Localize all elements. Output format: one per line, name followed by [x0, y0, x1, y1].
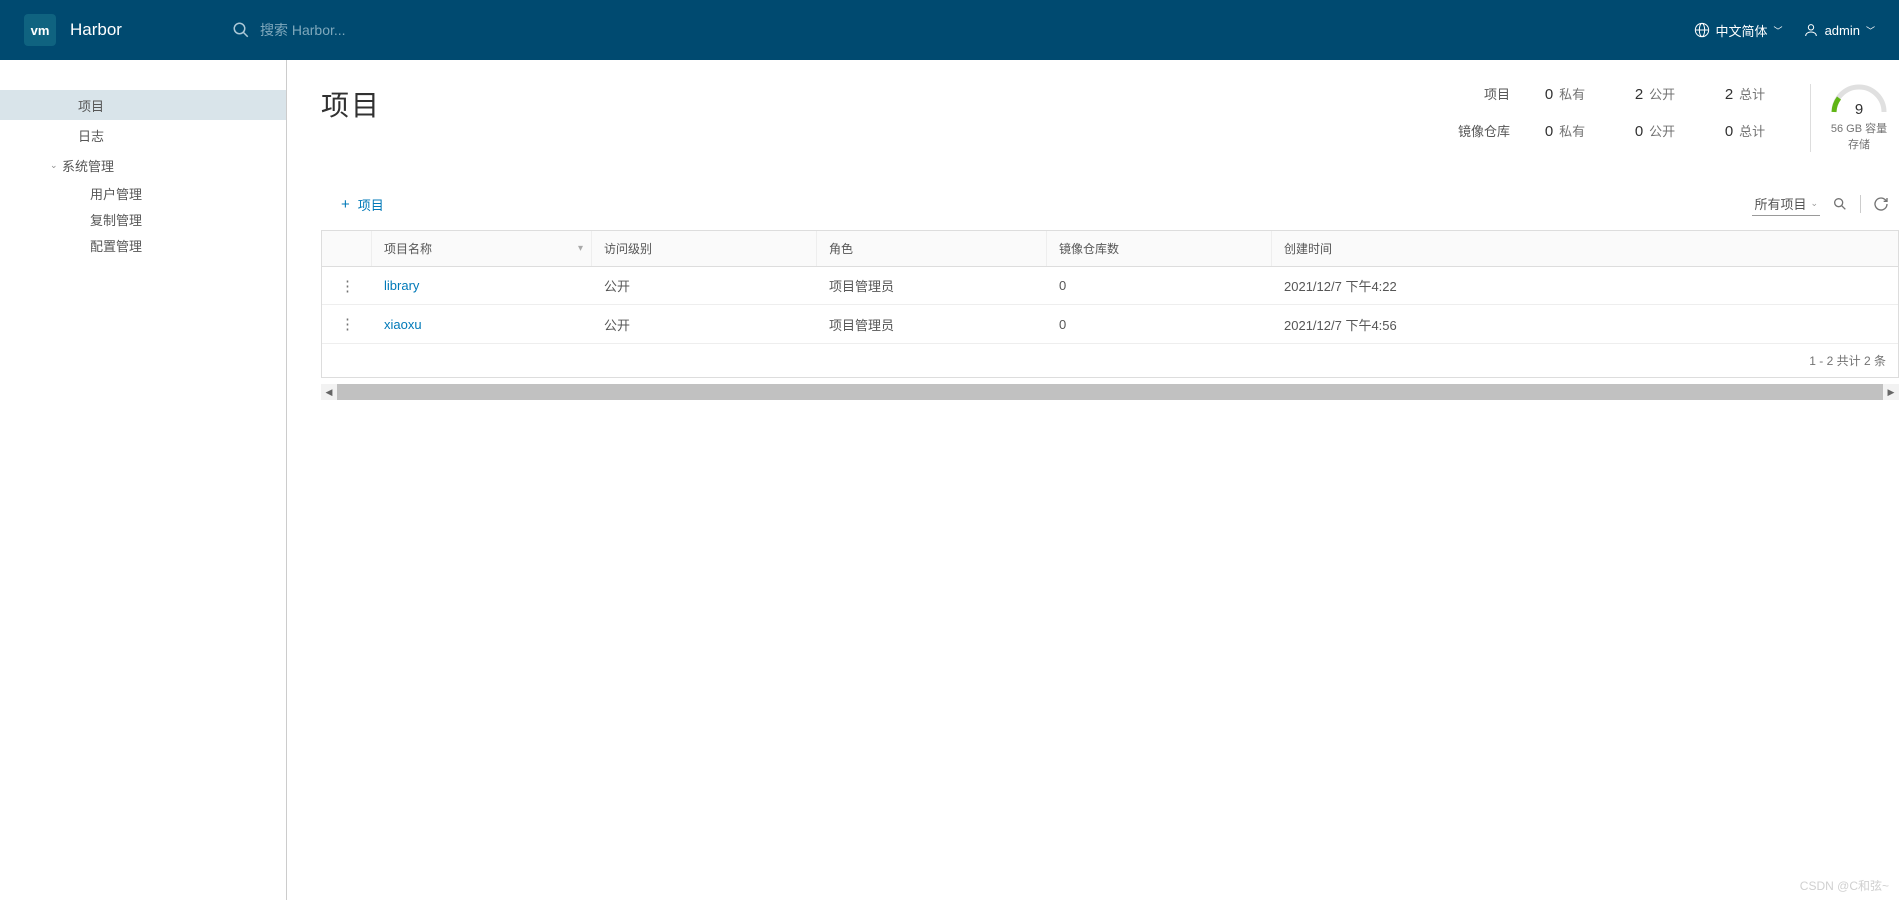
language-label: 中文简体 [1716, 21, 1768, 40]
search-toggle-icon[interactable] [1832, 196, 1848, 212]
cell-access: 公开 [592, 315, 817, 334]
search-wrap [232, 21, 1694, 39]
projects-table: 项目名称 ▾ 访问级别 角色 镜像仓库数 创建时间 ⋮library公开项目管理… [321, 230, 1899, 378]
stats-repo-private: 0私有 [1520, 121, 1610, 140]
th-time[interactable]: 创建时间 [1272, 231, 1898, 266]
app-header: vm Harbor 中文简体 ﹀ admin ﹀ [0, 0, 1899, 60]
main-content: 项目 项目 0私有 2公开 2总计 镜像仓库 0私有 0公开 0总计 9 [287, 60, 1899, 900]
th-label: 角色 [829, 240, 853, 257]
filter-icon[interactable]: ▾ [578, 243, 583, 254]
project-link[interactable]: library [384, 278, 419, 293]
filter-label: 所有项目 [1754, 194, 1806, 213]
sidebar-item-label: 项目 [78, 96, 104, 115]
sidebar-group-admin[interactable]: ⌄ 系统管理 [0, 150, 286, 180]
scroll-left-arrow[interactable]: ◀ [321, 387, 337, 398]
th-role[interactable]: 角色 [817, 231, 1047, 266]
language-selector[interactable]: 中文简体 ﹀ [1694, 21, 1783, 40]
row-menu-icon[interactable]: ⋮ [322, 315, 372, 333]
new-project-label: 项目 [358, 195, 384, 214]
sidebar-group-label: 系统管理 [62, 156, 114, 175]
stats-proj-public: 2公开 [1610, 84, 1700, 103]
sidebar-item-label: 用户管理 [90, 184, 142, 203]
gauge-value: 9 [1829, 101, 1889, 118]
stats-repo-public: 0公开 [1610, 121, 1700, 140]
sidebar-item-label: 日志 [78, 126, 104, 145]
vmware-logo: vm [24, 14, 56, 46]
header-right: 中文简体 ﹀ admin ﹀ [1694, 21, 1899, 40]
stats-row-projects-label: 项目 [1458, 84, 1520, 103]
brand-name: Harbor [70, 20, 122, 40]
toolbar: + 项目 所有项目 ⌄ [321, 192, 1899, 216]
cell-time: 2021/12/7 下午4:22 [1272, 276, 1898, 295]
sidebar-item-label: 配置管理 [90, 236, 142, 255]
user-icon [1803, 22, 1819, 38]
stats-proj-private: 0私有 [1520, 84, 1610, 103]
cell-time: 2021/12/7 下午4:56 [1272, 315, 1898, 334]
globe-icon [1694, 22, 1710, 38]
sidebar-item-projects[interactable]: 项目 [0, 90, 286, 120]
cell-access: 公开 [592, 276, 817, 295]
chevron-down-icon: ⌄ [50, 160, 58, 171]
th-access[interactable]: 访问级别 [592, 231, 817, 266]
th-label: 镜像仓库数 [1059, 240, 1119, 257]
page-title: 项目 [321, 84, 381, 124]
user-label: admin [1825, 23, 1860, 38]
table-row[interactable]: ⋮ library 公开项目管理员02021/12/7 下午4:22 [322, 267, 1898, 305]
sidebar-item-logs[interactable]: 日志 [0, 120, 286, 150]
sidebar-item-user-mgmt[interactable]: 用户管理 [0, 180, 286, 206]
stats-block: 项目 0私有 2公开 2总计 镜像仓库 0私有 0公开 0总计 9 56 GB … [1458, 84, 1889, 152]
th-label: 项目名称 [384, 240, 432, 257]
sidebar-item-label: 复制管理 [90, 210, 142, 229]
chevron-down-icon: ⌄ [1810, 198, 1818, 209]
cell-repo: 0 [1047, 278, 1272, 293]
stats-row-repos-label: 镜像仓库 [1458, 121, 1520, 140]
toolbar-divider [1860, 195, 1861, 213]
gauge-storage-label: 存储 [1829, 136, 1889, 152]
sidebar-item-replication[interactable]: 复制管理 [0, 206, 286, 232]
scrollbar-thumb[interactable] [337, 384, 1883, 400]
user-menu[interactable]: admin ﹀ [1803, 22, 1875, 38]
cell-repo: 0 [1047, 317, 1272, 332]
sidebar: 项目 日志 ⌄ 系统管理 用户管理 复制管理 配置管理 [0, 60, 287, 900]
stats-repo-total: 0总计 [1700, 121, 1790, 140]
table-row[interactable]: ⋮ xiaoxu 公开项目管理员02021/12/7 下午4:56 [322, 305, 1898, 343]
scroll-right-arrow[interactable]: ▶ [1883, 387, 1899, 398]
th-name[interactable]: 项目名称 ▾ [372, 231, 592, 266]
cell-role: 项目管理员 [817, 276, 1047, 295]
chevron-down-icon: ﹀ [1866, 24, 1875, 37]
table-pagination: 1 - 2 共计 2 条 [322, 343, 1898, 377]
table-header: 项目名称 ▾ 访问级别 角色 镜像仓库数 创建时间 [322, 231, 1898, 267]
search-input[interactable] [260, 22, 660, 38]
new-project-button[interactable]: + 项目 [321, 195, 384, 214]
row-menu-icon[interactable]: ⋮ [322, 277, 372, 295]
search-icon [232, 21, 250, 39]
project-link[interactable]: xiaoxu [384, 317, 422, 332]
horizontal-scrollbar[interactable]: ◀ ▶ [321, 384, 1899, 400]
refresh-icon[interactable] [1873, 196, 1889, 212]
watermark: CSDN @C和弦~ [1800, 877, 1889, 894]
sidebar-item-config[interactable]: 配置管理 [0, 232, 286, 258]
th-actions [322, 231, 372, 266]
brand-block: vm Harbor [0, 14, 146, 46]
cell-role: 项目管理员 [817, 315, 1047, 334]
th-repo[interactable]: 镜像仓库数 [1047, 231, 1272, 266]
stats-proj-total: 2总计 [1700, 84, 1790, 103]
project-filter-dropdown[interactable]: 所有项目 ⌄ [1752, 192, 1820, 216]
th-label: 访问级别 [604, 240, 652, 257]
storage-gauge: 9 56 GB 容量 存储 [1810, 84, 1889, 152]
gauge-capacity: 56 GB 容量 [1829, 120, 1889, 136]
chevron-down-icon: ﹀ [1774, 24, 1783, 37]
plus-icon: + [341, 196, 350, 213]
th-label: 创建时间 [1284, 240, 1332, 257]
